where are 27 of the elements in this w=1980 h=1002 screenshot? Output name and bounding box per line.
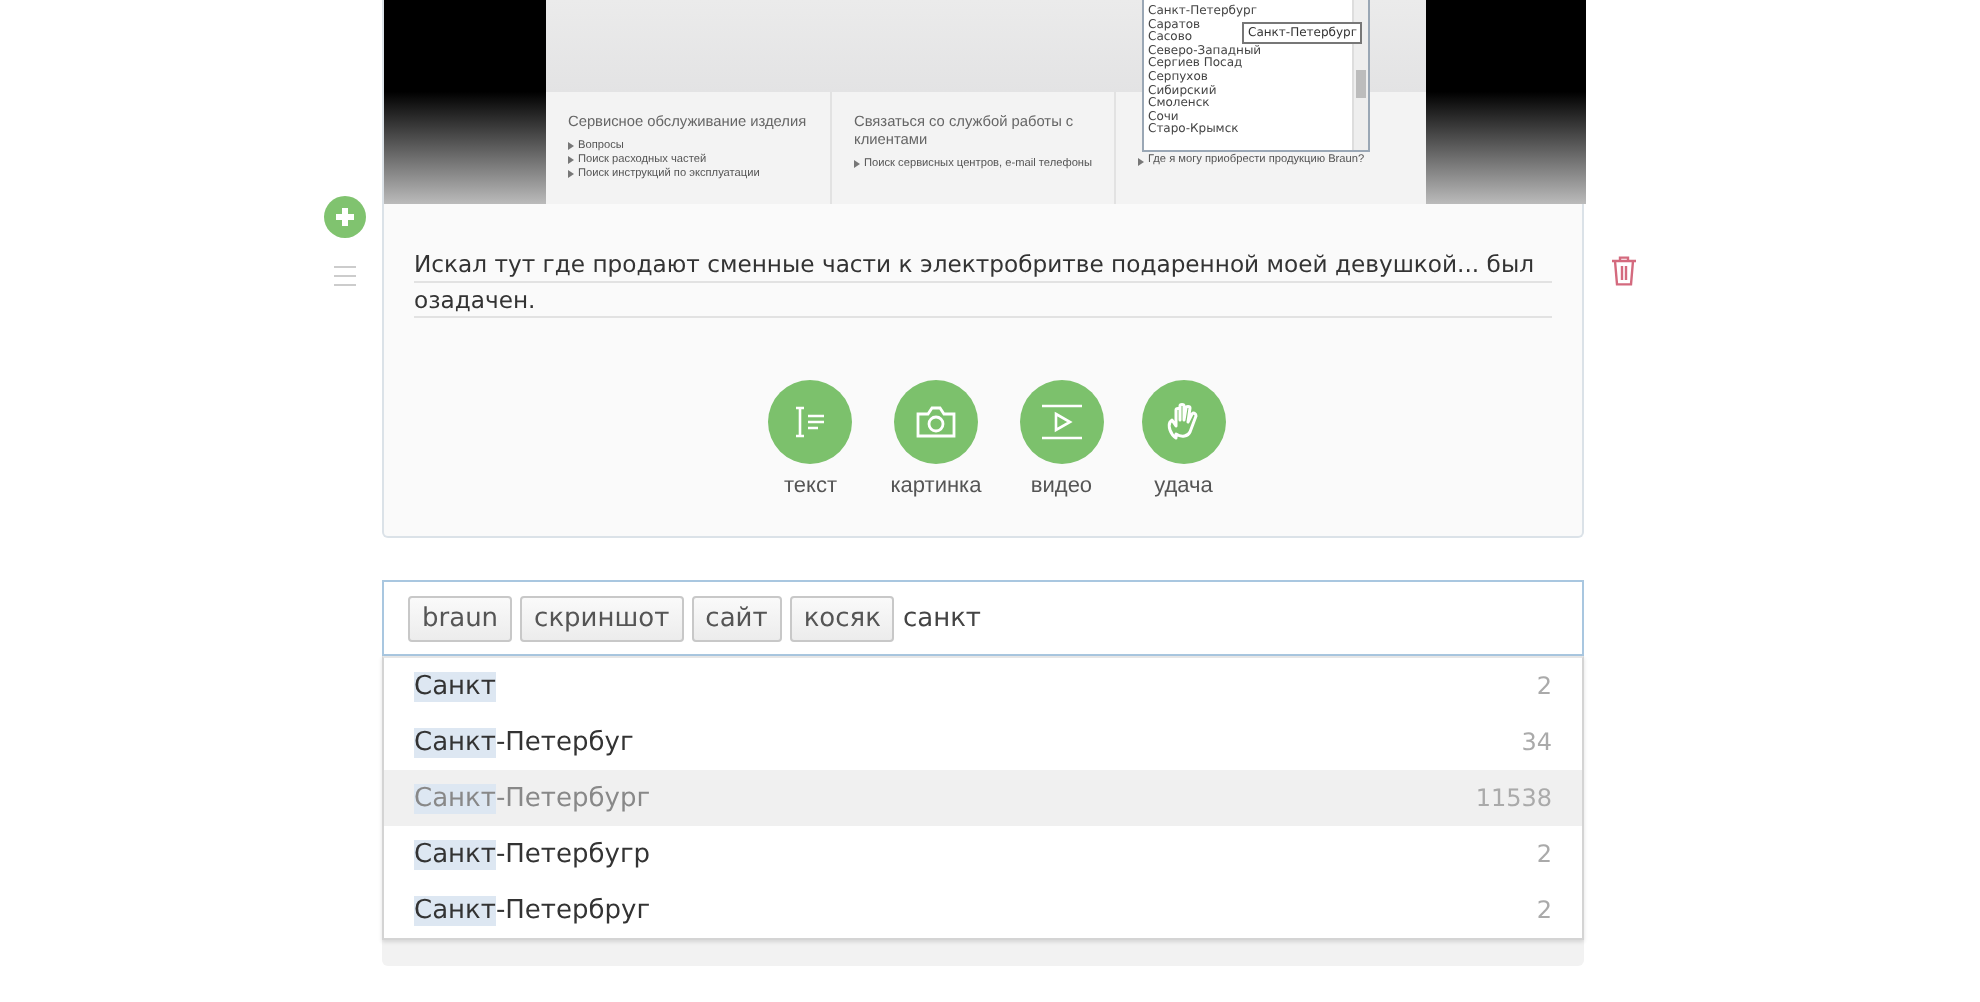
drag-handle-icon[interactable] <box>334 266 356 286</box>
suggestion-item[interactable]: Санкт-Петербугр 2 <box>384 826 1582 882</box>
suggestion-count: 2 <box>1536 840 1552 868</box>
camera-icon <box>913 404 958 440</box>
bullet-icon <box>1138 157 1144 165</box>
bullet-icon <box>568 156 574 165</box>
add-block-button[interactable] <box>324 196 366 238</box>
suggestion-item[interactable]: Санкт-Петербуг 34 <box>384 714 1582 770</box>
suggestion-count: 11538 <box>1475 784 1552 812</box>
plus-icon <box>336 208 354 226</box>
suggestion-count: 2 <box>1536 896 1552 924</box>
play-icon <box>1039 402 1084 442</box>
post-text[interactable]: Искал тут где продают сменные части к электробритве подаренной моей девушкой... был озадачен. <box>414 248 1552 320</box>
tag-field[interactable]: braun скриншот сайт косяк санкт <box>382 580 1584 656</box>
suggestion-item[interactable]: Санкт-Петербруг 2 <box>384 882 1582 938</box>
suggestion-count: 2 <box>1536 672 1552 700</box>
tag-chip[interactable]: сайт <box>691 595 782 641</box>
suggestion-count: 34 <box>1521 728 1552 756</box>
bullet-icon <box>854 160 860 169</box>
bullet-icon <box>568 170 574 179</box>
bullet-icon <box>568 142 574 151</box>
suggestion-item[interactable]: Санкт 2 <box>384 658 1582 714</box>
trash-icon[interactable] <box>1612 256 1636 286</box>
tag-chip[interactable]: косяк <box>789 595 895 641</box>
text-cursor-icon <box>792 404 829 440</box>
tag-chip[interactable]: скриншот <box>520 595 684 641</box>
tag-chip[interactable]: braun <box>408 595 513 641</box>
